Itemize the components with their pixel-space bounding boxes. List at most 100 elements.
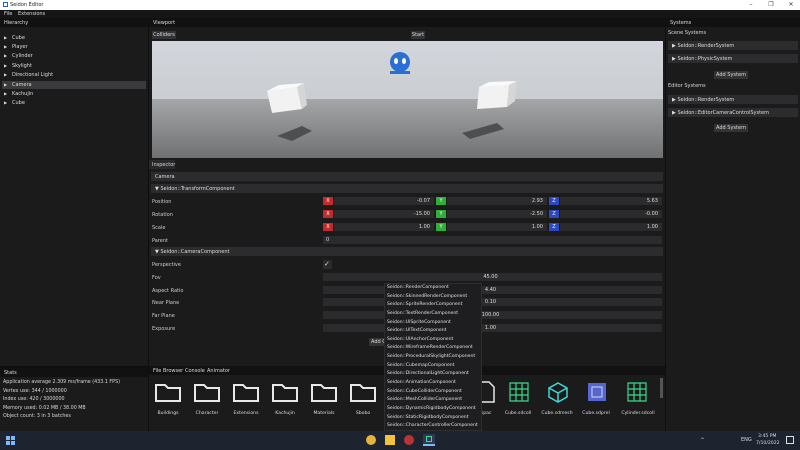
dropdown-item[interactable]: Seidon::UIAnchorComponent [387, 337, 453, 342]
scale-z-field[interactable]: 1.00 [560, 223, 662, 231]
near-plane-field[interactable]: 0.10 [323, 298, 662, 306]
fov-field[interactable]: 45.00 [323, 273, 662, 281]
hierarchy-item-directional-light[interactable]: ▶ Directional Light [4, 72, 53, 78]
tab-file-browser[interactable]: File Browser [153, 368, 183, 374]
app-icon-red[interactable] [404, 435, 414, 445]
parent-field[interactable]: 0 [323, 236, 662, 244]
expand-arrow-icon[interactable]: ▶ [4, 100, 12, 105]
position-y-field[interactable]: 2.93 [447, 197, 547, 205]
position-x-field[interactable]: -0.07 [334, 197, 434, 205]
hierarchy-item-skylight[interactable]: ▶ Skylight [4, 63, 32, 69]
expand-arrow-icon[interactable]: ▶ [4, 44, 12, 49]
far-plane-field[interactable]: 100.00 [323, 311, 662, 319]
add-editor-system-button[interactable]: Add System [714, 124, 748, 132]
collider-icon[interactable] [508, 381, 530, 403]
scene-view[interactable] [152, 41, 663, 158]
transform-component-header[interactable]: ▼ Seidon::TransformComponent [151, 184, 663, 193]
start-button[interactable]: Start [411, 31, 425, 39]
folder-icon[interactable] [310, 381, 338, 403]
windows-start-icon[interactable] [6, 436, 15, 445]
maximize-icon[interactable]: ❐ [764, 1, 778, 8]
dropdown-item[interactable]: Seidon::CubeColliderComponent [387, 389, 462, 394]
tab-animator[interactable]: Animator [207, 368, 230, 374]
rotation-y-field[interactable]: -2.50 [447, 210, 547, 218]
mesh-cube-icon[interactable] [547, 381, 569, 403]
collider-icon[interactable] [626, 381, 648, 403]
hierarchy-item-kachujin[interactable]: ▶ Kachujin [4, 91, 33, 97]
dropdown-item[interactable]: Seidon::CubemapComponent [387, 363, 455, 368]
language-indicator[interactable]: ENG [741, 437, 752, 443]
folder-icon[interactable] [232, 381, 260, 403]
clock-time[interactable]: 3:45 PM [758, 434, 777, 439]
prefab-icon[interactable] [586, 381, 608, 403]
dropdown-item[interactable]: Seidon::AnimationComponent [387, 380, 456, 385]
scene-system-physic[interactable]: ▶ Seidon::PhysicSystem [668, 54, 798, 63]
dropdown-item[interactable]: Seidon::DynamicRigidbodyComponent [387, 406, 476, 411]
file-item-cube-sdprel[interactable]: Cube.sdprel [580, 411, 612, 416]
rotation-z-field[interactable]: -0.00 [560, 210, 662, 218]
file-item-character[interactable]: Character [191, 411, 223, 416]
dropdown-item[interactable]: Seidon::TextRenderComponent [387, 311, 458, 316]
hierarchy-item-cylinder[interactable]: ▶ Cylinder [4, 53, 33, 59]
file-item-materials[interactable]: Materials [308, 411, 340, 416]
perspective-checkbox[interactable]: ✓ [323, 260, 332, 269]
hierarchy-item-player[interactable]: ▶ Player [4, 44, 28, 50]
editor-system-render[interactable]: ▶ Seidon::RenderSystem [668, 95, 798, 104]
file-item-buildings[interactable]: Buildings [152, 411, 184, 416]
close-icon[interactable]: ✕ [784, 1, 798, 8]
minimize-icon[interactable]: – [744, 1, 758, 8]
colliders-button[interactable]: Colliders [152, 31, 176, 39]
scene-system-render[interactable]: ▶ Seidon::RenderSystem [668, 41, 798, 50]
tab-console[interactable]: Console [185, 368, 205, 374]
file-browser-scrollbar[interactable] [660, 378, 663, 398]
folder-icon[interactable] [349, 381, 377, 403]
position-z-field[interactable]: 5.63 [560, 197, 662, 205]
expand-arrow-icon[interactable]: ▶ [4, 91, 12, 96]
dropdown-item[interactable]: Seidon::RenderComponent [387, 285, 449, 290]
expand-arrow-icon[interactable]: ▶ [4, 72, 12, 77]
menu-file[interactable]: File [4, 11, 12, 17]
dropdown-item[interactable]: Seidon::WireframeRenderComponent [387, 345, 473, 350]
entity-name-field[interactable]: Camera [151, 172, 663, 181]
expand-arrow-icon[interactable]: ▶ [4, 82, 12, 87]
scale-x-field[interactable]: 1.00 [334, 223, 434, 231]
tray-chevron-icon[interactable]: ⌃ [700, 437, 705, 444]
file-item-cube-sdmesh[interactable]: Cube.sdmesh [541, 411, 573, 416]
exposure-field[interactable]: 1.00 [323, 324, 662, 332]
add-scene-system-button[interactable]: Add System [714, 71, 748, 79]
expand-arrow-icon[interactable]: ▶ [4, 35, 12, 40]
rotation-x-field[interactable]: -15.00 [334, 210, 434, 218]
file-item-extensions[interactable]: Extensions [230, 411, 262, 416]
inspector-tab[interactable]: Inspector [149, 160, 175, 169]
aspect-ratio-field[interactable]: 4.40 [323, 286, 662, 294]
hierarchy-item-cube[interactable]: ▶ Cube [4, 35, 25, 41]
seidon-editor-taskbar-icon[interactable] [423, 434, 435, 446]
dropdown-item[interactable]: Seidon::UITextComponent [387, 328, 446, 333]
file-item-cube-sdcoll[interactable]: Cube.sdcoll [502, 411, 534, 416]
file-item-kachujin[interactable]: Kachujin [269, 411, 301, 416]
clock-date[interactable]: 7/10/2022 [756, 441, 780, 446]
notifications-icon[interactable] [786, 436, 794, 444]
dropdown-item[interactable]: Seidon::SpriteRenderComponent [387, 302, 462, 307]
scale-y-field[interactable]: 1.00 [447, 223, 547, 231]
dropdown-item[interactable]: Seidon::ProceduralSkylightComponent [387, 354, 475, 359]
chrome-icon[interactable] [366, 435, 376, 445]
file-explorer-icon[interactable] [385, 435, 395, 445]
camera-component-header[interactable]: ▼ Seidon::CameraComponent [151, 247, 663, 256]
file-item-cylinder-sdcoll[interactable]: Cylinder.sdcoll [619, 411, 657, 416]
dropdown-item[interactable]: Seidon::UISpriteComponent [387, 320, 451, 325]
file-item-sbobo[interactable]: Sbobo [347, 411, 379, 416]
folder-icon[interactable] [271, 381, 299, 403]
hierarchy-item-cube-2[interactable]: ▶ Cube [4, 100, 25, 106]
hierarchy-item-camera[interactable]: ▶ Camera [4, 82, 32, 88]
dropdown-item[interactable]: Seidon::StaticRigidbodyComponent [387, 415, 469, 420]
dropdown-item[interactable]: Seidon::SkinnedRenderComponent [387, 294, 467, 299]
expand-arrow-icon[interactable]: ▶ [4, 53, 12, 58]
editor-system-camera-control[interactable]: ▶ Seidon::EditorCameraControlSystem [668, 108, 798, 117]
menu-extensions[interactable]: Extensions [18, 11, 45, 17]
folder-icon[interactable] [193, 381, 221, 403]
expand-arrow-icon[interactable]: ▶ [4, 63, 12, 68]
dropdown-item[interactable]: Seidon::CharacterControllerComponent [387, 423, 478, 428]
dropdown-item[interactable]: Seidon::MeshColliderComponent [387, 397, 462, 402]
folder-icon[interactable] [154, 381, 182, 403]
